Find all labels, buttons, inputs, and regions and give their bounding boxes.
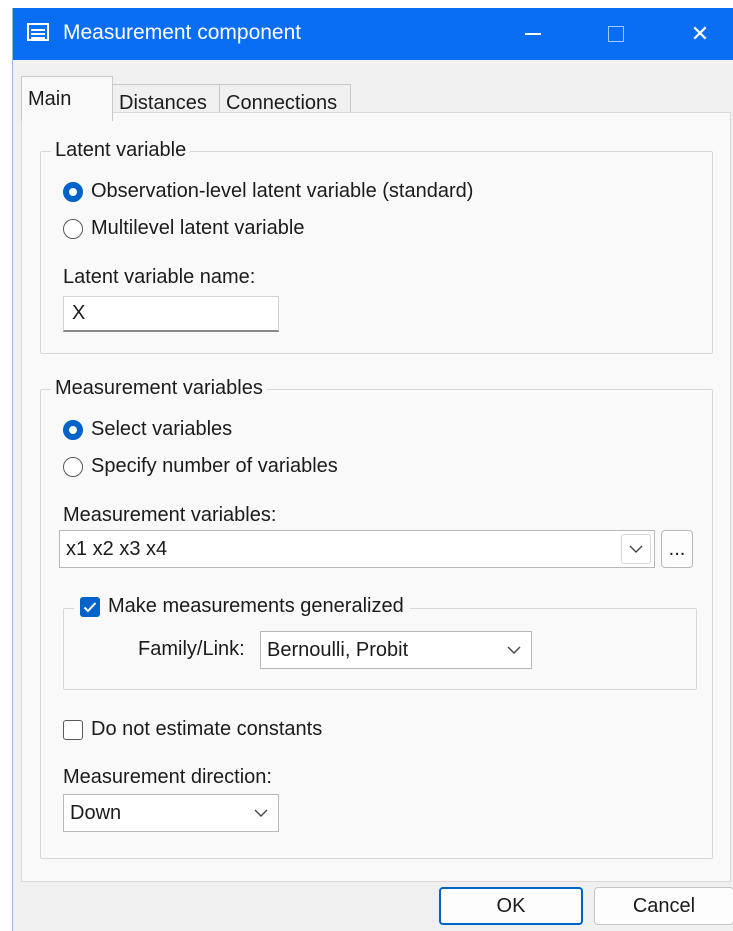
table-app-icon (27, 23, 49, 41)
checkbox-make-generalized-label: Make measurements generalized (108, 595, 404, 617)
tab-main-label: Main (28, 88, 72, 110)
dialog-window: Measurement component ✕ Main Distances C… (12, 8, 733, 931)
radio-unselected-icon (63, 456, 83, 477)
generalized-group: Make measurements generalized Family/Lin… (63, 595, 697, 690)
title-bar[interactable]: Measurement component ✕ (13, 8, 733, 60)
radio-selected-icon (63, 419, 83, 440)
ok-button[interactable]: OK (439, 887, 583, 925)
checkbox-unchecked-icon (63, 719, 83, 740)
chevron-down-icon[interactable] (621, 534, 651, 564)
radio-unselected-icon (63, 218, 83, 239)
tab-strip: Main Distances Connections (13, 60, 733, 121)
close-button[interactable]: ✕ (670, 8, 730, 60)
tab-connections-label: Connections (226, 92, 338, 114)
radio-observation-level-label: Observation-level latent variable (stand… (91, 180, 474, 202)
radio-selected-icon (63, 181, 83, 202)
tab-distances-label: Distances (119, 92, 207, 114)
checkbox-no-constants-label: Do not estimate constants (91, 718, 323, 740)
latent-variable-name-label: Latent variable name: (63, 266, 256, 288)
chevron-down-icon (497, 632, 531, 668)
measurement-variables-group: Measurement variables Select variables S… (40, 374, 713, 859)
checkbox-make-generalized[interactable]: Make measurements generalized (74, 595, 410, 618)
radio-specify-number-label: Specify number of variables (91, 455, 338, 477)
close-icon: ✕ (690, 21, 710, 46)
checkbox-checked-icon (80, 596, 100, 617)
measurement-direction-value: Down (70, 802, 122, 824)
minimize-button[interactable] (503, 8, 563, 60)
maximize-button[interactable] (586, 8, 646, 60)
radio-multilevel[interactable]: Multilevel latent variable (63, 217, 304, 240)
family-link-select[interactable]: Bernoulli, Probit (260, 631, 532, 669)
minimize-icon (525, 33, 541, 35)
window-title: Measurement component (63, 21, 302, 44)
ok-button-label: OK (496, 894, 526, 917)
chevron-down-icon (244, 795, 278, 831)
measurement-direction-select[interactable]: Down (63, 794, 279, 832)
browse-variables-button[interactable]: ... (661, 530, 693, 568)
latent-variable-name-input[interactable]: X (63, 296, 279, 332)
family-link-value: Bernoulli, Probit (267, 639, 409, 661)
family-link-label: Family/Link: (138, 638, 245, 660)
radio-multilevel-label: Multilevel latent variable (91, 217, 305, 239)
maximize-icon (608, 26, 624, 42)
latent-variable-group: Latent variable Observation-level latent… (40, 136, 713, 354)
tab-panel-main: Latent variable Observation-level latent… (21, 112, 731, 882)
radio-observation-level[interactable]: Observation-level latent variable (stand… (63, 180, 473, 203)
measurement-direction-label: Measurement direction: (63, 766, 272, 788)
browse-variables-label: ... (668, 538, 686, 560)
dialog-footer: OK Cancel (13, 882, 733, 931)
measurement-variables-label: Measurement variables: (63, 504, 277, 526)
measurement-variables-value: x1 x2 x3 x4 (66, 538, 168, 560)
radio-select-variables[interactable]: Select variables (63, 418, 232, 441)
measurement-variables-legend: Measurement variables (51, 374, 267, 402)
radio-specify-number[interactable]: Specify number of variables (63, 455, 338, 478)
checkbox-no-constants[interactable]: Do not estimate constants (63, 718, 322, 741)
radio-select-variables-label: Select variables (91, 418, 233, 440)
cancel-button-label: Cancel (632, 894, 696, 917)
latent-variable-legend: Latent variable (51, 136, 191, 164)
measurement-variables-combo[interactable]: x1 x2 x3 x4 (59, 530, 655, 568)
tab-main[interactable]: Main (21, 76, 113, 121)
cancel-button[interactable]: Cancel (594, 887, 733, 925)
